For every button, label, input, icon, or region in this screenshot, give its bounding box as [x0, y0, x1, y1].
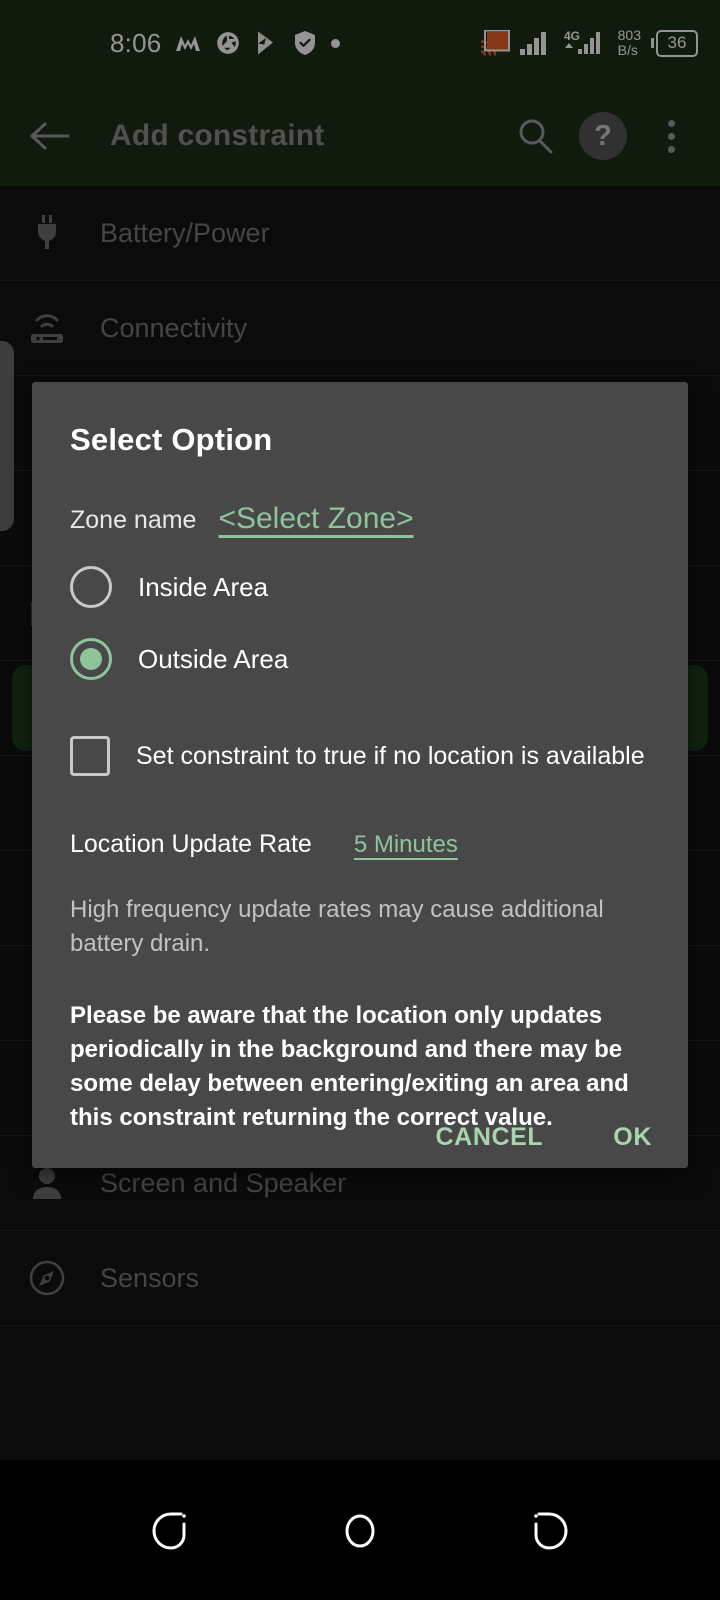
battery-drain-hint: High frequency update rates may cause ad… [70, 896, 604, 957]
radio-option-outside-area[interactable]: Outside Area [70, 638, 650, 680]
checkbox-unchecked-icon[interactable] [70, 736, 110, 776]
radio-label: Outside Area [138, 643, 289, 674]
checkbox-label: Set constraint to true if no location is… [136, 741, 645, 770]
location-update-rate-row: Location Update Rate 5 Minutes [70, 830, 650, 859]
zone-select-link[interactable]: <Select Zone> [218, 502, 413, 536]
cancel-button[interactable]: CANCEL [436, 1123, 544, 1152]
zone-name-row: Zone name <Select Zone> [70, 502, 650, 536]
nav-recents-icon[interactable] [525, 1504, 569, 1556]
location-delay-warning: Please be aware that the location only u… [70, 1002, 629, 1131]
phone-screen: 8:06 4G 803 B/s 36 Add constraint ? Batt… [0, 0, 720, 1600]
radio-label: Inside Area [138, 571, 269, 602]
radio-button-unselected-icon[interactable] [70, 566, 112, 608]
location-update-rate-value[interactable]: 5 Minutes [354, 831, 458, 859]
radio-option-inside-area[interactable]: Inside Area [70, 566, 650, 608]
zone-name-label: Zone name [70, 506, 197, 534]
nav-back-icon[interactable] [151, 1504, 195, 1556]
system-navigation-bar [0, 1460, 720, 1600]
no-location-checkbox-row[interactable]: Set constraint to true if no location is… [70, 736, 650, 776]
location-update-rate-label: Location Update Rate [70, 830, 312, 858]
dialog-title: Select Option [70, 422, 273, 457]
ok-button[interactable]: OK [613, 1123, 652, 1152]
radio-button-selected-icon[interactable] [70, 638, 112, 680]
select-option-dialog: Select Option Zone name <Select Zone> In… [32, 382, 688, 1168]
nav-home-icon[interactable] [338, 1504, 382, 1556]
dialog-actions: CANCEL OK [436, 1123, 652, 1152]
